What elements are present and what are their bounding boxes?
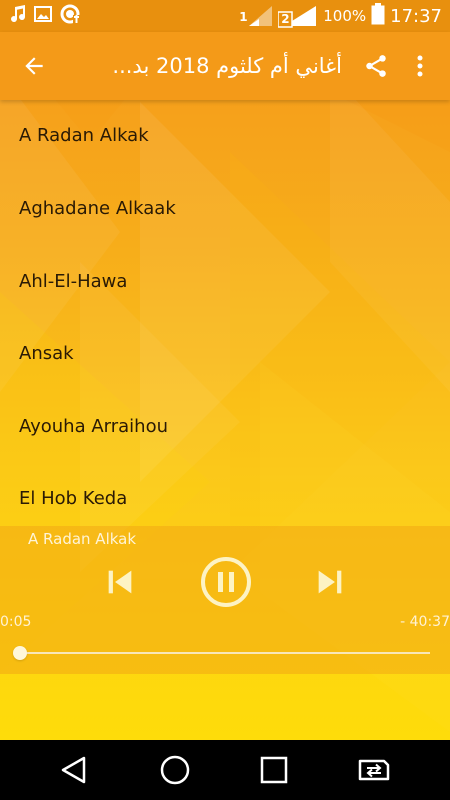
- system-indicators: 1 2 100% 17:37: [239, 0, 442, 32]
- song-list: A Radan Alkak Aghadane Alkaak Ahl-El-Haw…: [0, 100, 450, 526]
- play-pause-button[interactable]: [199, 555, 253, 609]
- battery-icon: [371, 3, 385, 29]
- remaining-time: - 40:37: [400, 614, 450, 630]
- share-icon: [366, 55, 386, 77]
- back-button[interactable]: [18, 50, 50, 82]
- data-saver-icon: [60, 4, 80, 28]
- sim1-signal-icon: 1: [239, 4, 273, 28]
- next-button[interactable]: [310, 562, 350, 602]
- nav-switch-button[interactable]: [354, 750, 394, 790]
- nav-recents-button[interactable]: [254, 750, 294, 790]
- previous-button[interactable]: [100, 562, 140, 602]
- status-bar: 1 2 100% 17:37: [0, 0, 450, 32]
- system-nav-bar: [0, 740, 450, 800]
- song-item[interactable]: Ansak: [0, 318, 450, 390]
- nav-back-button[interactable]: [54, 750, 94, 790]
- skip-previous-icon: [108, 570, 132, 594]
- sim2-label: 2: [281, 12, 290, 26]
- sim-switch-icon: [358, 759, 390, 781]
- more-options-button[interactable]: [406, 50, 434, 82]
- arrow-back-icon: [25, 57, 43, 75]
- pause-circle-icon: [201, 557, 251, 607]
- notification-icons: [10, 4, 80, 28]
- square-recents-icon: [260, 756, 288, 784]
- app-toolbar: أغاني أم كلثوم 2018 بد...: [0, 32, 450, 100]
- skip-next-icon: [318, 570, 342, 594]
- share-button[interactable]: [360, 50, 392, 82]
- triangle-back-icon: [61, 756, 86, 784]
- sim2-signal-icon: 2: [277, 4, 318, 28]
- music-note-icon: [10, 5, 26, 27]
- seek-bar[interactable]: [18, 652, 430, 654]
- clock: 17:37: [390, 5, 442, 27]
- song-item[interactable]: A Radan Alkak: [0, 100, 450, 172]
- battery-percent: 100%: [323, 7, 367, 25]
- nav-home-button[interactable]: [155, 750, 195, 790]
- more-vert-icon: [417, 55, 423, 77]
- song-item[interactable]: El Hob Keda: [0, 463, 450, 526]
- seek-thumb[interactable]: [13, 646, 27, 660]
- circle-home-icon: [160, 755, 190, 785]
- song-item[interactable]: Ahl-El-Hawa: [0, 246, 450, 318]
- song-item[interactable]: Aghadane Alkaak: [0, 173, 450, 245]
- music-player: A Radan Alkak 0:05 - 40:37: [0, 526, 450, 674]
- sim1-label: 1: [239, 10, 248, 24]
- image-icon: [34, 5, 52, 27]
- toolbar-title: أغاني أم كلثوم 2018 بد...: [112, 54, 342, 78]
- now-playing-title: A Radan Alkak: [28, 530, 137, 548]
- song-item[interactable]: Ayouha Arraihou: [0, 391, 450, 463]
- elapsed-time: 0:05: [0, 614, 32, 630]
